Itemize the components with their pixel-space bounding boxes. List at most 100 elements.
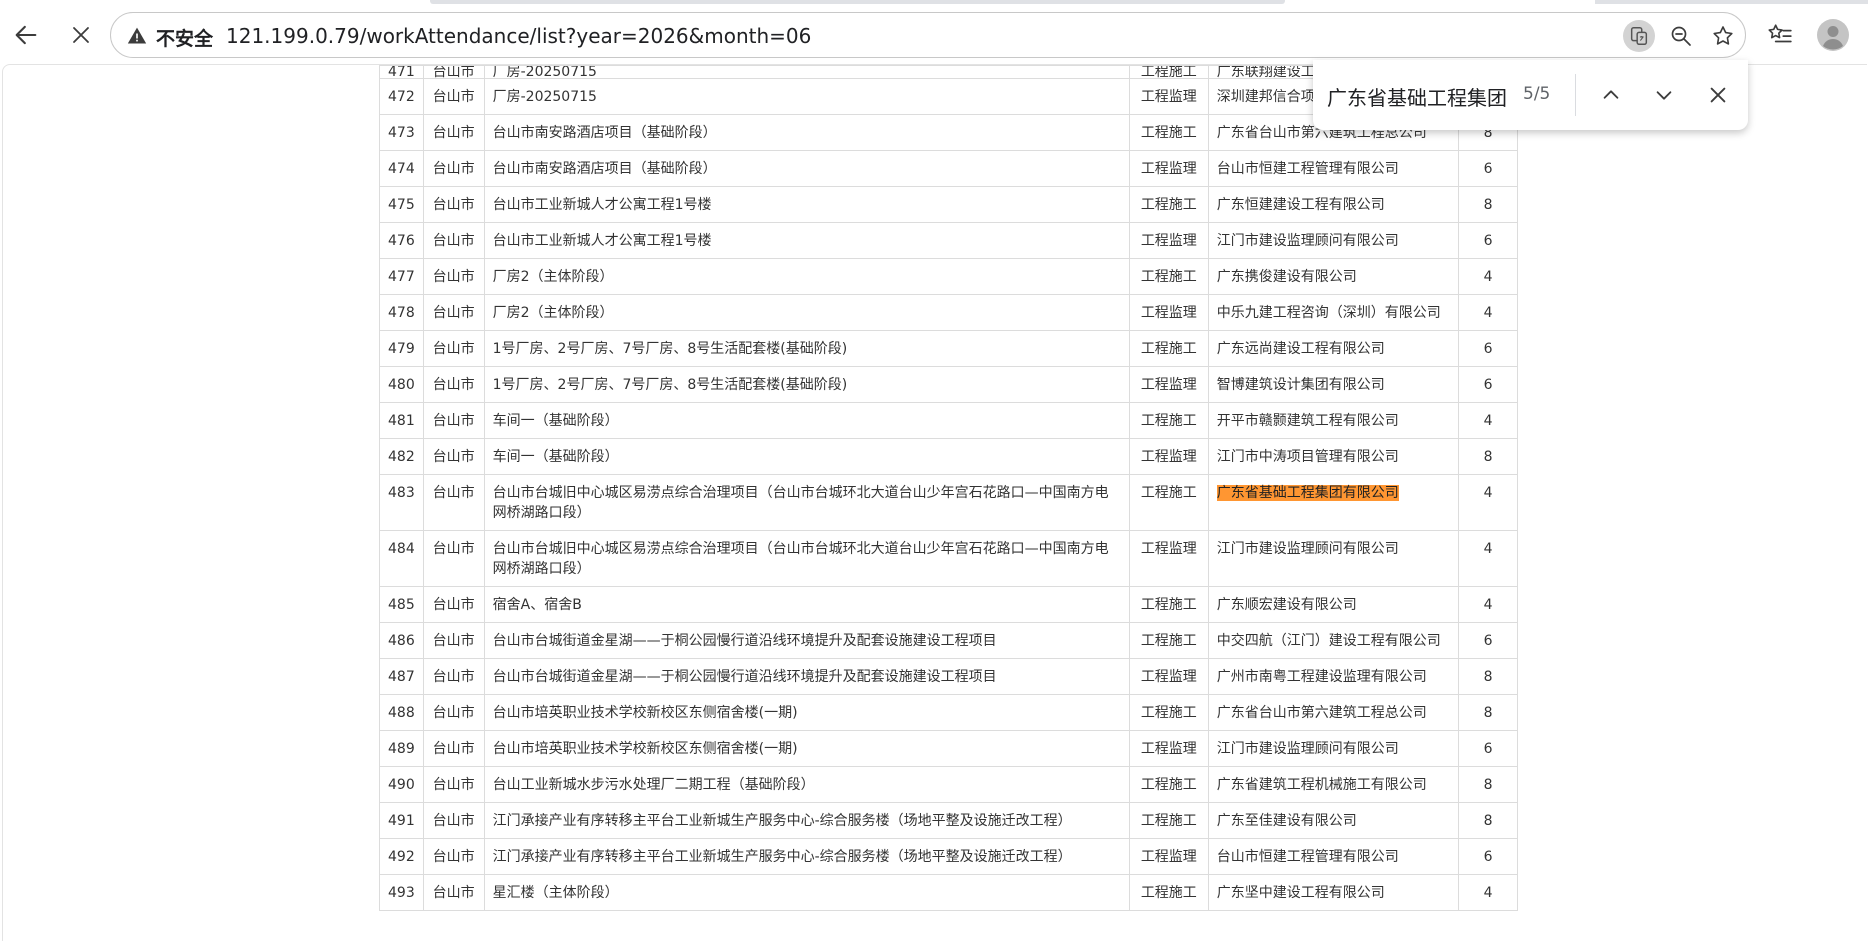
cell-no: 477 <box>379 258 424 295</box>
cell-company: 智博建筑设计集团有限公司 <box>1207 366 1460 403</box>
cell-company: 广东恒建建设工程有限公司 <box>1207 186 1460 223</box>
find-next-button[interactable] <box>1646 77 1682 113</box>
cell-no: 479 <box>379 330 424 367</box>
cell-type: 工程施工 <box>1128 330 1209 367</box>
table-row: 482 台山市 车间一（基础阶段） 工程监理 江门市中涛项目管理有限公司 8 <box>379 438 1518 475</box>
table-row: 486 台山市 台山市台城街道金星湖——于桐公园慢行道沿线环境提升及配套设施建设工程… <box>379 622 1518 659</box>
url-text[interactable]: 121.199.0.79/workAttendance/list?year=20… <box>226 24 811 48</box>
translate-button[interactable] <box>1623 20 1655 52</box>
warning-triangle-icon[interactable] <box>127 26 147 46</box>
stop-loading-button[interactable] <box>62 16 100 54</box>
table-row: 477 台山市 厂房2（主体阶段） 工程施工 广东携俊建设有限公司 4 <box>379 258 1518 295</box>
cell-project-name: 台山市南安路酒店项目（基础阶段） <box>483 150 1130 187</box>
cell-city: 台山市 <box>422 258 485 295</box>
chevron-up-icon <box>1603 90 1619 99</box>
cell-city: 台山市 <box>422 222 485 259</box>
find-previous-button[interactable] <box>1593 77 1629 113</box>
cell-project-name: 台山市台城街道金星湖——于桐公园慢行道沿线环境提升及配套设施建设工程项目 <box>483 658 1130 695</box>
cell-project-name: 厂房2（主体阶段） <box>483 294 1130 331</box>
cell-type: 工程监理 <box>1128 294 1209 331</box>
cell-no: 490 <box>379 766 424 803</box>
cell-count: 4 <box>1458 294 1518 331</box>
cell-project-name: 台山市南安路酒店项目（基础阶段） <box>483 114 1130 151</box>
star-icon <box>1713 26 1733 45</box>
cell-no: 474 <box>379 150 424 187</box>
cell-city: 台山市 <box>422 694 485 731</box>
profile-button[interactable] <box>1814 16 1852 54</box>
cell-company: 江门市建设监理顾问有限公司 <box>1207 222 1460 259</box>
cell-project-name: 台山市培英职业技术学校新校区东侧宿舍楼(一期) <box>483 730 1130 767</box>
back-button[interactable] <box>7 16 45 54</box>
table-row: 489 台山市 台山市培英职业技术学校新校区东侧宿舍楼(一期) 工程监理 江门市建设监理… <box>379 730 1518 767</box>
favorites-button[interactable] <box>1761 16 1799 54</box>
cell-type: 工程监理 <box>1128 438 1209 475</box>
cell-count: 8 <box>1458 802 1518 839</box>
cell-city: 台山市 <box>422 150 485 187</box>
cell-company: 江门市中涛项目管理有限公司 <box>1207 438 1460 475</box>
cell-company: 台山市恒建工程管理有限公司 <box>1207 150 1460 187</box>
cell-city: 台山市 <box>422 586 485 623</box>
cell-company: 广东省台山市第六建筑工程总公司 <box>1207 694 1460 731</box>
cell-type: 工程施工 <box>1128 766 1209 803</box>
favorites-list-icon <box>1768 24 1792 43</box>
close-icon <box>1710 87 1726 103</box>
cell-project-name: 1号厂房、2号厂房、7号厂房、8号生活配套楼(基础阶段) <box>483 366 1130 403</box>
cell-count: 6 <box>1458 330 1518 367</box>
cell-city: 台山市 <box>422 874 485 911</box>
cell-project-name: 星汇楼（主体阶段） <box>483 874 1130 911</box>
table-row: 479 台山市 1号厂房、2号厂房、7号厂房、8号生活配套楼(基础阶段) 工程施工 广东… <box>379 330 1518 367</box>
cell-type: 工程施工 <box>1128 586 1209 623</box>
cell-project-name: 台山市台城街道金星湖——于桐公园慢行道沿线环境提升及配套设施建设工程项目 <box>483 622 1130 659</box>
cell-count: 8 <box>1458 766 1518 803</box>
cell-company: 中交四航（江门）建设工程有限公司 <box>1207 622 1460 659</box>
cell-company: 开平市赣颢建筑工程有限公司 <box>1207 402 1460 439</box>
cell-project-name: 厂房2（主体阶段） <box>483 258 1130 295</box>
cell-project-name: 厂房-20250715 <box>483 78 1130 115</box>
cell-no: 471 <box>379 65 424 79</box>
cell-project-name: 江门承接产业有序转移主平台工业新城生产服务中心-综合服务楼（场地平整及设施迁改工… <box>483 838 1130 875</box>
cell-city: 台山市 <box>422 78 485 115</box>
cell-company: 广东省基础工程集团有限公司 <box>1207 474 1460 531</box>
cell-count: 8 <box>1458 186 1518 223</box>
table-row: 490 台山市 台山工业新城水步污水处理厂二期工程（基础阶段） 工程施工 广东省建筑工程… <box>379 766 1518 803</box>
cell-no: 481 <box>379 402 424 439</box>
cell-city: 台山市 <box>422 294 485 331</box>
table-row: 491 台山市 江门承接产业有序转移主平台工业新城生产服务中心-综合服务楼（场地平整… <box>379 802 1518 839</box>
close-icon <box>73 27 89 43</box>
cell-company: 广东携俊建设有限公司 <box>1207 258 1460 295</box>
find-highlight: 广东省基础工程集团有限公司 <box>1216 485 1399 501</box>
cell-no: 478 <box>379 294 424 331</box>
cell-count: 6 <box>1458 730 1518 767</box>
cell-no: 485 <box>379 586 424 623</box>
cell-no: 476 <box>379 222 424 259</box>
cell-city: 台山市 <box>422 766 485 803</box>
cell-type: 工程监理 <box>1128 78 1209 115</box>
table-row: 483 台山市 台山市台城旧中心城区易涝点综合治理项目（台山市台城环北大道台山少年宫… <box>379 474 1518 531</box>
zoom-button[interactable] <box>1665 20 1697 52</box>
page-content: 471 台山市 厂房-20250715 工程施工 广东联翔建设工程 472 台山市… <box>2 64 1867 941</box>
address-bar[interactable]: 不安全 121.199.0.79/workAttendance/list?yea… <box>110 12 1746 58</box>
bookmark-button[interactable] <box>1707 20 1739 52</box>
browser-toolbar: 不安全 121.199.0.79/workAttendance/list?yea… <box>0 6 1868 64</box>
cell-no: 472 <box>379 78 424 115</box>
cell-no: 473 <box>379 114 424 151</box>
cell-count: 4 <box>1458 586 1518 623</box>
cell-city: 台山市 <box>422 402 485 439</box>
cell-count: 4 <box>1458 874 1518 911</box>
cell-no: 489 <box>379 730 424 767</box>
attendance-table: 471 台山市 厂房-20250715 工程施工 广东联翔建设工程 472 台山市… <box>379 65 1518 911</box>
find-close-button[interactable] <box>1700 77 1736 113</box>
cell-project-name: 台山市工业新城人才公寓工程1号楼 <box>483 222 1130 259</box>
find-input[interactable]: 广东省基础工程集团 <box>1327 82 1507 111</box>
table-row: 487 台山市 台山市台城街道金星湖——于桐公园慢行道沿线环境提升及配套设施建设工程… <box>379 658 1518 695</box>
cell-type: 工程监理 <box>1128 730 1209 767</box>
find-match-count: 5/5 <box>1523 84 1551 104</box>
cell-project-name: 台山工业新城水步污水处理厂二期工程（基础阶段） <box>483 766 1130 803</box>
cell-count: 4 <box>1458 530 1518 587</box>
security-label[interactable]: 不安全 <box>156 24 213 51</box>
tab-edge <box>430 0 1285 4</box>
cell-city: 台山市 <box>422 622 485 659</box>
cell-no: 480 <box>379 366 424 403</box>
table-row: 493 台山市 星汇楼（主体阶段） 工程施工 广东坚中建设工程有限公司 4 <box>379 874 1518 911</box>
cell-no: 493 <box>379 874 424 911</box>
